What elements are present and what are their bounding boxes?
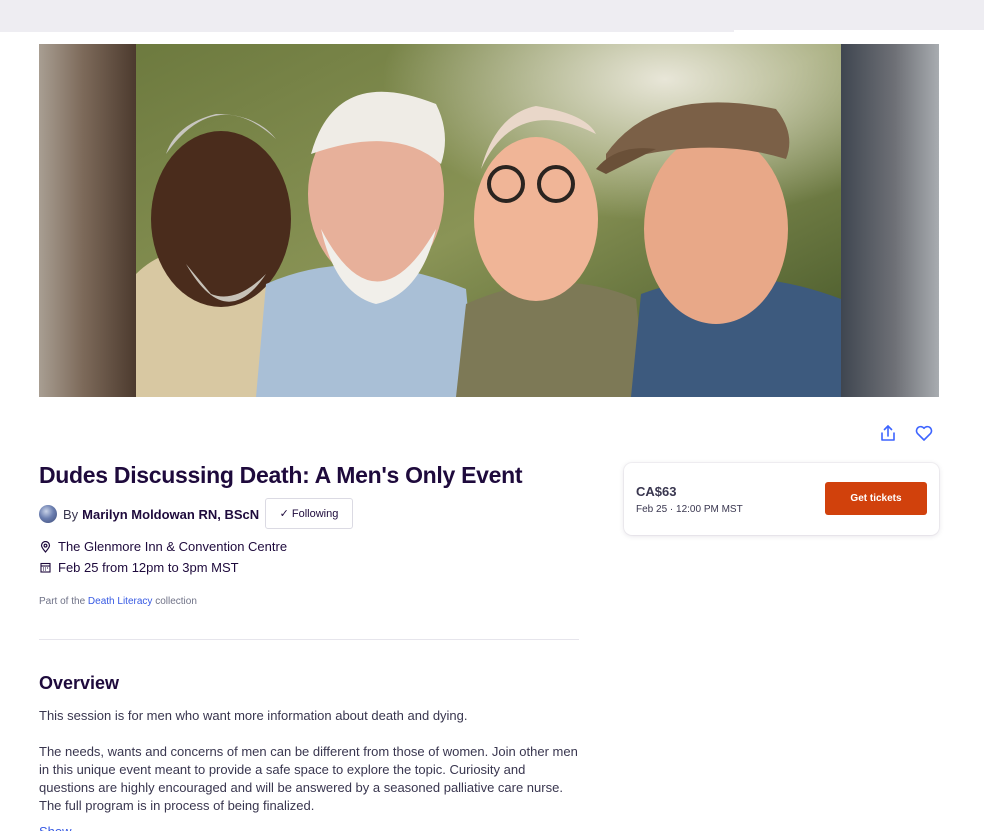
location-text: The Glenmore Inn & Convention Centre [58,539,288,554]
show-more-label: Show more [39,823,79,831]
event-hero-image [39,44,939,397]
hero-blur-right [841,44,939,397]
date-row: Feb 25 from 12pm to 3pm MST [39,560,239,575]
organizer-row: By Marilyn Moldowan RN, BScN [39,504,259,524]
share-button[interactable] [874,419,902,447]
calendar-icon [39,562,51,574]
event-title: Dudes Discussing Death: A Men's Only Eve… [39,462,523,488]
overview-heading: Overview [39,673,120,693]
organizer-name-link[interactable]: Marilyn Moldowan RN, BScN [82,507,259,522]
get-tickets-button[interactable]: Get tickets [825,482,927,515]
map-pin-icon [39,540,51,553]
show-more-link-clipped[interactable]: Show more [39,823,79,831]
location-row: The Glenmore Inn & Convention Centre [39,539,287,554]
date-text: Feb 25 from 12pm to 3pm MST [58,560,239,575]
section-divider [39,639,579,640]
hero-photo-four-men-laughing [136,44,841,397]
ticket-card: CA$63 Feb 25 · 12:00 PM MST Get tickets [624,463,939,535]
collection-prefix: Part of the [39,596,86,607]
check-icon: ✓ [279,508,289,520]
share-icon [881,425,895,441]
collection-link[interactable]: Death Literacy [88,596,152,607]
organizer-avatar [39,505,57,523]
collection-note: Part of the Death Literacy collection [39,596,197,607]
like-button[interactable] [910,419,938,447]
heart-icon [915,425,933,441]
follow-button[interactable]: ✓ Following [265,498,353,529]
overview-paragraph-1: This session is for men who want more in… [39,708,468,723]
by-label: By [63,506,79,522]
ticket-date: Feb 25 · 12:00 PM MST [636,504,743,515]
hero-blur-left [39,44,136,397]
collection-suffix: collection [155,596,197,607]
ticket-price: CA$63 [636,484,677,499]
follow-label: Following [291,507,339,520]
browser-top-bar [0,0,984,32]
overview-paragraph-2: The needs, wants and concerns of men can… [39,744,578,813]
